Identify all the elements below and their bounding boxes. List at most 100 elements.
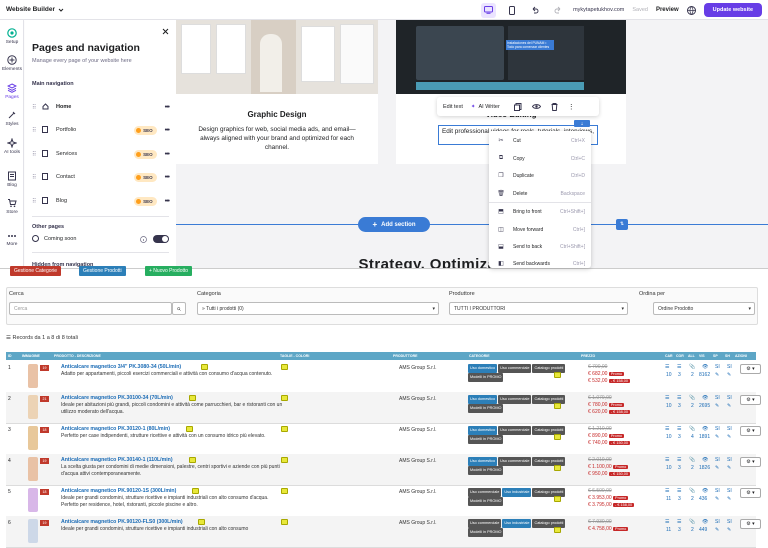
category-tag[interactable]: Uso industriale: [502, 488, 532, 497]
update-website-button[interactable]: Update website: [703, 3, 762, 17]
edit-icon[interactable]: [186, 426, 193, 432]
close-icon[interactable]: [162, 28, 169, 35]
sp-edit-icon[interactable]: ✎: [715, 527, 719, 533]
menu-item-move-forward[interactable]: ◫ Move forward Ctrl+]: [489, 221, 591, 238]
product-image[interactable]: [28, 395, 38, 419]
globe-icon[interactable]: [686, 5, 696, 15]
menu-item-bring-to-front[interactable]: ⬒ Bring to front Ctrl+Shift+]: [489, 203, 591, 220]
row-actions-button[interactable]: ⚙ ▾: [740, 426, 761, 436]
rail-blog[interactable]: Blog: [0, 171, 24, 188]
attachments-icon[interactable]: 📎: [689, 364, 695, 370]
domain-link[interactable]: mykytapetukhov.com: [573, 7, 624, 13]
category-tag[interactable]: Uso domestico: [468, 457, 498, 466]
features-icon[interactable]: ☰: [665, 395, 669, 401]
search-input[interactable]: Cerca: [9, 302, 172, 315]
views-icon[interactable]: 👁: [702, 395, 708, 401]
video-editing-image[interactable]: Instalaciones del PUNAM • Todo para come…: [396, 20, 626, 94]
sp-edit-icon[interactable]: ✎: [715, 403, 719, 409]
edit-icon[interactable]: [189, 395, 196, 401]
column-header[interactable]: PREZZO: [579, 352, 663, 360]
manage-products-button[interactable]: Gestione Prodotti: [79, 266, 126, 276]
add-section-button[interactable]: + Add section: [358, 217, 430, 232]
colors-icon[interactable]: ☰: [677, 488, 681, 494]
row-actions-button[interactable]: ⚙ ▾: [740, 488, 761, 498]
features-icon[interactable]: ☰: [665, 364, 669, 370]
sizes-edit-icon[interactable]: [281, 457, 288, 463]
category-tag[interactable]: Uso commerciale: [498, 426, 532, 435]
sh-edit-icon[interactable]: ✎: [727, 527, 731, 533]
visibility-icon[interactable]: [531, 103, 541, 110]
page-options-icon[interactable]: •••: [165, 151, 170, 158]
row-actions-button[interactable]: ⚙ ▾: [740, 395, 761, 405]
sp-edit-icon[interactable]: ✎: [715, 434, 719, 440]
edit-text-button[interactable]: Edit text: [443, 104, 463, 110]
column-header[interactable]: SH: [723, 352, 733, 360]
column-header[interactable]: ID: [6, 352, 20, 360]
attachments-icon[interactable]: 📎: [689, 519, 695, 525]
page-item-blog[interactable]: ⠿ Blog SEO •••: [32, 194, 170, 208]
column-header[interactable]: AZIONI: [733, 352, 756, 360]
drag-handle-icon[interactable]: ⠿: [32, 127, 42, 134]
page-item-coming-soon[interactable]: Coming soon: [32, 232, 169, 246]
manage-categories-button[interactable]: Gestione Categorie: [10, 266, 62, 276]
sh-edit-icon[interactable]: ✎: [727, 496, 731, 502]
sp-value[interactable]: SI: [715, 395, 720, 401]
sh-edit-icon[interactable]: ✎: [727, 465, 731, 471]
seo-badge[interactable]: SEO: [134, 196, 157, 206]
sizes-edit-icon[interactable]: [281, 488, 288, 494]
more-options-icon[interactable]: ⋮: [568, 103, 575, 111]
sizes-edit-icon[interactable]: [281, 426, 288, 432]
app-switcher[interactable]: Website Builder: [6, 6, 64, 13]
card-text[interactable]: Design graphics for web, social media ad…: [194, 125, 360, 152]
column-header[interactable]: COR: [674, 352, 686, 360]
sh-edit-icon[interactable]: ✎: [727, 403, 731, 409]
column-header[interactable]: SP: [711, 352, 723, 360]
row-actions-button[interactable]: ⚙ ▾: [740, 364, 761, 374]
row-actions-button[interactable]: ⚙ ▾: [740, 457, 761, 467]
category-tag[interactable]: Uso commerciale: [498, 364, 532, 373]
categories-edit-icon[interactable]: [554, 372, 561, 378]
product-image[interactable]: [28, 426, 38, 450]
copy-styles-icon[interactable]: [513, 102, 522, 111]
sp-value[interactable]: SI: [715, 457, 720, 463]
sh-value[interactable]: SI: [727, 488, 732, 494]
table-row[interactable]: 1 19 Anticalcare magnetico 3/4" PK.3080-34…: [6, 361, 761, 393]
sp-value[interactable]: SI: [715, 364, 720, 370]
category-tag[interactable]: Uso commerciale: [468, 488, 502, 497]
category-tag[interactable]: Modelli in PROMO: [468, 435, 504, 444]
sh-edit-icon[interactable]: ✎: [727, 434, 731, 440]
product-image[interactable]: [28, 457, 38, 481]
preview-button[interactable]: Preview: [656, 7, 679, 13]
product-name-link[interactable]: Anticalcare magnetico PK.90120-FLS0 (300…: [61, 519, 183, 525]
search-button[interactable]: [172, 302, 186, 315]
rail-store[interactable]: Store: [0, 198, 24, 215]
page-item-home[interactable]: ⠿ Home •••: [32, 100, 170, 114]
attachments-icon[interactable]: 📎: [689, 488, 695, 494]
column-header[interactable]: PRODOTTO - DESCRIZIONE: [52, 352, 278, 360]
categories-edit-icon[interactable]: [554, 403, 561, 409]
category-tag[interactable]: Uso commerciale: [498, 457, 532, 466]
category-tag[interactable]: Uso commerciale: [498, 395, 532, 404]
menu-item-copy[interactable]: ⧉ Copy Ctrl+C: [489, 150, 591, 167]
row-actions-button[interactable]: ⚙ ▾: [740, 519, 761, 529]
website-canvas[interactable]: Graphic Design Design graphics for web, …: [176, 20, 768, 268]
sh-value[interactable]: SI: [727, 426, 732, 432]
column-header[interactable]: CATEGORIE: [467, 352, 579, 360]
product-name-link[interactable]: Anticalcare magnetico PK.30100-34 (70L/m…: [61, 395, 173, 401]
undo-button[interactable]: [527, 3, 542, 18]
menu-item-duplicate[interactable]: ❐ Duplicate Ctrl+D: [489, 167, 591, 184]
features-icon[interactable]: ☰: [665, 488, 669, 494]
sh-value[interactable]: SI: [727, 457, 732, 463]
product-image[interactable]: [28, 519, 38, 543]
category-tag[interactable]: Uso industriale: [502, 519, 532, 528]
menu-item-cut[interactable]: ✂ Cut Ctrl+X: [489, 132, 591, 149]
product-name-link[interactable]: Anticalcare magnetico PK.90120-1S (300L/…: [61, 488, 176, 494]
colors-icon[interactable]: ☰: [677, 364, 681, 370]
producer-select[interactable]: TUTTI I PRODUTTORI ▾: [449, 302, 628, 315]
seo-badge[interactable]: SEO: [134, 172, 157, 182]
category-tag[interactable]: Modelli in PROMO: [468, 466, 504, 475]
product-name-link[interactable]: Anticalcare magnetico PK.30120-1 (80L/mi…: [61, 426, 170, 432]
rail-pages[interactable]: Pages: [0, 83, 24, 100]
sh-value[interactable]: SI: [727, 395, 732, 401]
graphic-design-card[interactable]: Graphic Design Design graphics for web, …: [176, 94, 378, 164]
